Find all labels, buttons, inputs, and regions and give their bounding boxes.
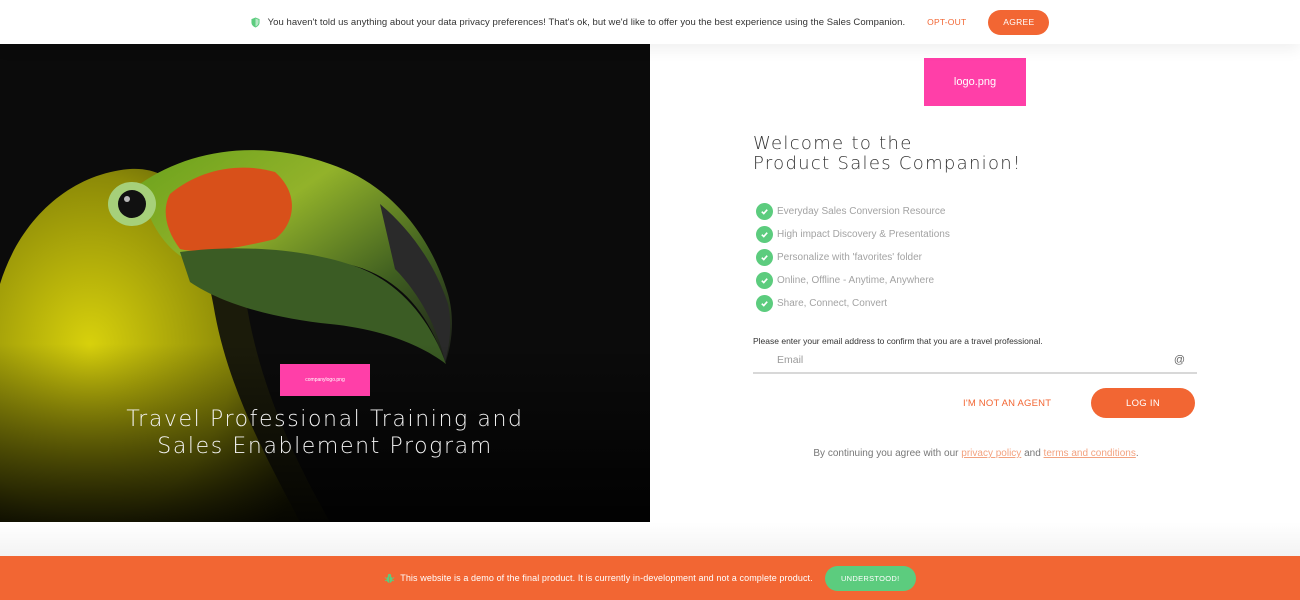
list-item: Everyday Sales Conversion Resource: [756, 200, 950, 223]
demo-banner: This website is a demo of the final prod…: [0, 556, 1300, 600]
check-circle-icon: [756, 226, 773, 243]
company-logo: companylogo.png: [280, 364, 370, 396]
hero-panel: companylogo.png Travel Professional Trai…: [0, 44, 650, 522]
terms-prefix: By continuing you agree with our: [813, 448, 959, 459]
check-circle-icon: [756, 249, 773, 266]
feature-list: Everyday Sales Conversion Resource High …: [756, 200, 950, 315]
email-field[interactable]: [753, 348, 1197, 372]
welcome-line-1: Welcome to the: [753, 133, 913, 154]
terms-link[interactable]: terms and conditions: [1044, 448, 1136, 459]
not-an-agent-link[interactable]: I'M NOT AN AGENT: [963, 398, 1051, 409]
bug-icon: [384, 573, 395, 583]
privacy-policy-link[interactable]: privacy policy: [961, 448, 1021, 459]
at-sign-icon: @: [1173, 354, 1185, 366]
list-item: Share, Connect, Convert: [756, 292, 950, 315]
email-field-wrapper: @: [753, 348, 1197, 374]
feature-label: Personalize with 'favorites' folder: [777, 252, 922, 263]
terms-notice: By continuing you agree with our privacy…: [650, 448, 1300, 459]
feature-label: High impact Discovery & Presentations: [777, 229, 950, 240]
feature-label: Share, Connect, Convert: [777, 298, 888, 309]
hero-title: Travel Professional Training and Sales E…: [126, 407, 524, 459]
feature-label: Online, Offline - Anytime, Anywhere: [777, 275, 935, 286]
check-circle-icon: [756, 203, 773, 220]
agree-button[interactable]: AGREE: [988, 9, 1050, 35]
login-panel: logo.png Welcome to the Product Sales Co…: [650, 44, 1300, 522]
login-button[interactable]: LOG IN: [1091, 388, 1195, 418]
opt-out-link[interactable]: OPT-OUT: [927, 17, 966, 27]
check-circle-icon: [756, 295, 773, 312]
privacy-message: You haven't told us anything about your …: [267, 16, 906, 28]
terms-suffix: .: [1135, 448, 1139, 459]
divider: [0, 522, 1300, 556]
email-prompt: Please enter your email address to confi…: [753, 336, 1043, 346]
welcome-heading: Welcome to the Product Sales Companion!: [753, 134, 1022, 174]
welcome-line-2: Product Sales Companion!: [753, 153, 1022, 174]
feature-label: Everyday Sales Conversion Resource: [777, 206, 946, 217]
list-item: High impact Discovery & Presentations: [756, 223, 950, 246]
list-item: Personalize with 'favorites' folder: [756, 246, 950, 269]
terms-and: and: [1024, 448, 1041, 459]
understood-button[interactable]: UNDERSTOOD!: [824, 565, 916, 591]
demo-message: This website is a demo of the final prod…: [400, 573, 813, 583]
shield-icon: [251, 17, 260, 27]
privacy-banner: You haven't told us anything about your …: [0, 0, 1300, 44]
check-circle-icon: [756, 272, 773, 289]
logo: logo.png: [924, 58, 1026, 106]
list-item: Online, Offline - Anytime, Anywhere: [756, 269, 950, 292]
